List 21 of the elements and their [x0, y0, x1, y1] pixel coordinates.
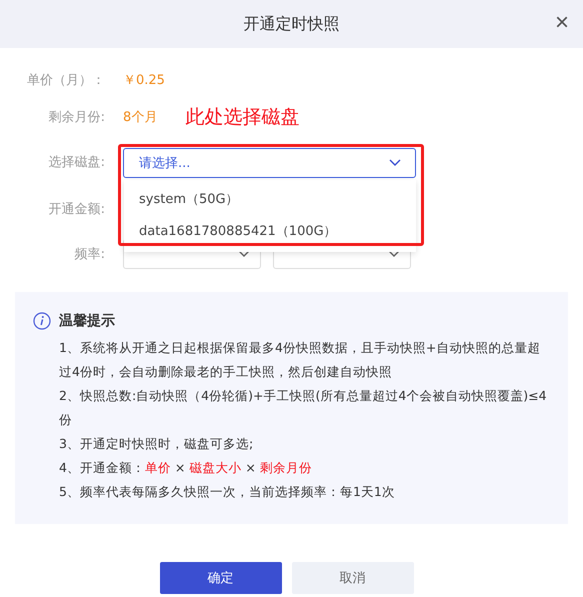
tip-text: 3、开通定时快照时，磁盘可多选;	[59, 435, 254, 453]
tips-title: 温馨提示	[59, 312, 115, 330]
cancel-button[interactable]: 取消	[292, 562, 414, 594]
close-button[interactable]: ×	[550, 9, 573, 37]
field-label: 开通金额:	[48, 200, 106, 218]
field-value: ￥0.25	[123, 72, 165, 88]
tip-text: 2、快照总数:自动快照（4份轮循)+手工快照(所有总量超过4个会被自动快照覆盖)≤4份	[59, 387, 548, 429]
field-value: 8个月	[123, 108, 158, 126]
field-label: 选择磁盘:	[48, 154, 106, 172]
dialog-title: 开通定时快照	[244, 14, 340, 34]
field-label: 单价（月）：	[26, 72, 106, 88]
tip-text: 1、系统将从开通之日起根据保留最多4份快照数据，且手动快照+自动快照的总量超过4份时，会自动删除最老的手工快照，然后创建自动快照	[59, 339, 542, 381]
field-label: 剩余月份:	[48, 108, 106, 126]
tip-text: 4、开通金额：单价 × 磁盘大小 × 剩余月份	[59, 459, 313, 477]
disk-select[interactable]: 请选择...	[123, 148, 416, 178]
dropdown-option[interactable]: system（50G）	[124, 184, 416, 216]
tip-text: 5、频率代表每隔多久快照一次，当前选择频率：每1天1次	[59, 483, 396, 501]
field-label: 频率:	[74, 246, 106, 263]
confirm-button[interactable]: 确定	[160, 562, 282, 594]
dropdown-option[interactable]: data1681780885421（100G）	[124, 216, 416, 248]
annotation-text: 此处选择磁盘	[185, 104, 300, 130]
